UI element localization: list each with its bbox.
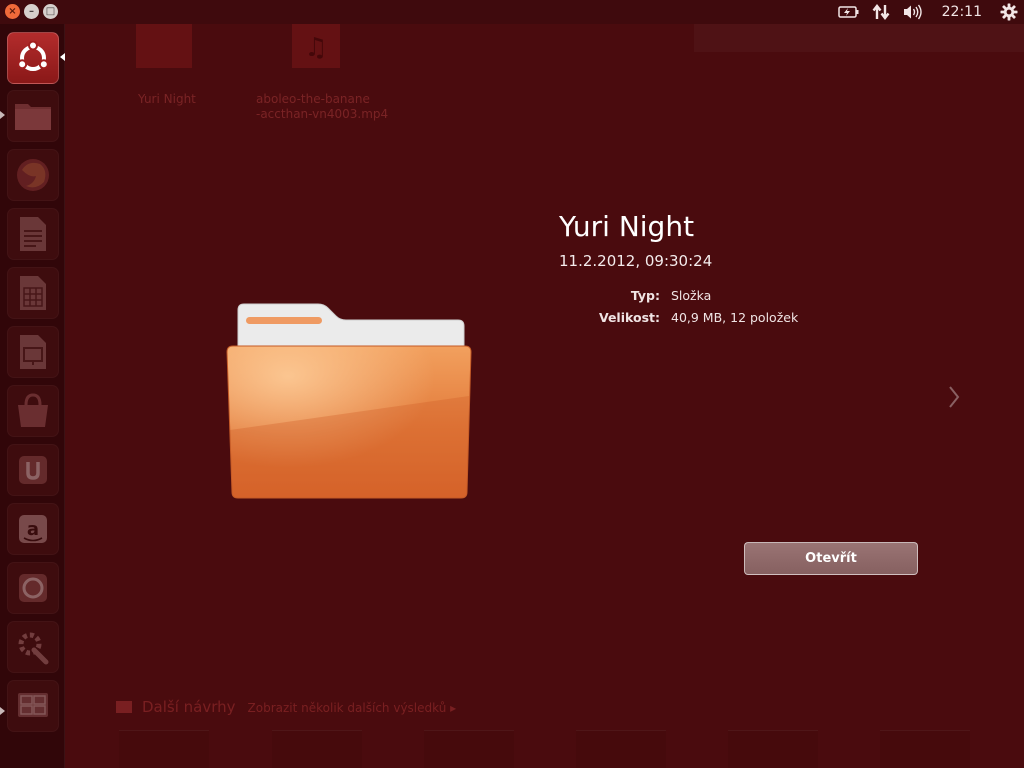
- result-thumbnail[interactable]: [119, 730, 209, 768]
- top-panel: × – □ 22:11: [0, 0, 1024, 24]
- search-box[interactable]: [694, 24, 1024, 52]
- category-icon: [116, 701, 132, 713]
- info-value: 40,9 MB, 12 položek: [671, 310, 799, 325]
- result-caption: Yuri Night: [138, 92, 196, 107]
- ubuntu-one-music-icon[interactable]: [7, 562, 59, 614]
- minimize-window-button[interactable]: –: [24, 4, 39, 19]
- result-caption: aboleo-the-banane -accthan-vn4003.mp4: [256, 92, 388, 122]
- preview-title: Yuri Night: [559, 210, 695, 243]
- folder-icon: [222, 300, 476, 504]
- result-thumbnail[interactable]: [880, 730, 970, 768]
- system-settings-icon[interactable]: [7, 621, 59, 673]
- indicator-area: 22:11: [837, 0, 1018, 24]
- result-thumbnail[interactable]: [424, 730, 514, 768]
- amazon-icon[interactable]: a: [7, 503, 59, 555]
- result-thumbnail[interactable]: [576, 730, 666, 768]
- dash-results-background: ♫ Yuri Night aboleo-the-banane -accthan-…: [64, 24, 1024, 768]
- category-label: Další návrhy: [142, 698, 236, 716]
- home-folder-icon[interactable]: [7, 90, 59, 142]
- libreoffice-calc-icon[interactable]: [7, 267, 59, 319]
- result-caption-line: -accthan-vn4003.mp4: [256, 107, 389, 121]
- running-pip: [0, 111, 5, 119]
- libreoffice-writer-icon[interactable]: [7, 208, 59, 260]
- running-pip-2: [0, 707, 5, 715]
- session-gear-icon[interactable]: [1000, 3, 1018, 21]
- result-thumbnail[interactable]: [272, 730, 362, 768]
- category-header[interactable]: Další návrhy Zobrazit několik dalších výs…: [116, 698, 456, 716]
- volume-icon[interactable]: [902, 4, 924, 20]
- network-icon[interactable]: [872, 3, 890, 21]
- workspace-switcher-icon[interactable]: [7, 680, 59, 732]
- ubuntu-dash-icon[interactable]: [7, 32, 59, 84]
- close-window-button[interactable]: ×: [5, 4, 20, 19]
- next-preview-chevron-right-icon[interactable]: [944, 382, 964, 412]
- preview-date: 11.2.2012, 09:30:24: [559, 252, 713, 270]
- launcher: a: [0, 24, 65, 768]
- software-center-icon[interactable]: [7, 385, 59, 437]
- info-label: Typ:: [630, 288, 660, 303]
- battery-icon[interactable]: [837, 5, 860, 19]
- ubuntu-one-icon[interactable]: [7, 444, 59, 496]
- result-thumbnail[interactable]: [728, 730, 818, 768]
- window-controls: × – □: [5, 4, 58, 19]
- firefox-icon[interactable]: [7, 149, 59, 201]
- info-value: Složka: [671, 288, 712, 303]
- maximize-window-button[interactable]: □: [43, 4, 58, 19]
- result-caption-line: aboleo-the-banane: [256, 92, 370, 106]
- clock[interactable]: 22:11: [942, 4, 982, 20]
- libreoffice-impress-icon[interactable]: [7, 326, 59, 378]
- result-caption-line: Yuri Night: [138, 92, 196, 106]
- open-button[interactable]: Otevřít: [744, 542, 918, 575]
- result-tile[interactable]: [136, 24, 192, 68]
- category-sublabel: Zobrazit několik dalších výsledků ▸: [247, 701, 457, 715]
- svg-text:♫: ♫: [304, 33, 327, 63]
- svg-text:a: a: [27, 519, 39, 540]
- info-label: Velikost:: [598, 310, 660, 325]
- result-tile-music[interactable]: ♫: [292, 24, 340, 68]
